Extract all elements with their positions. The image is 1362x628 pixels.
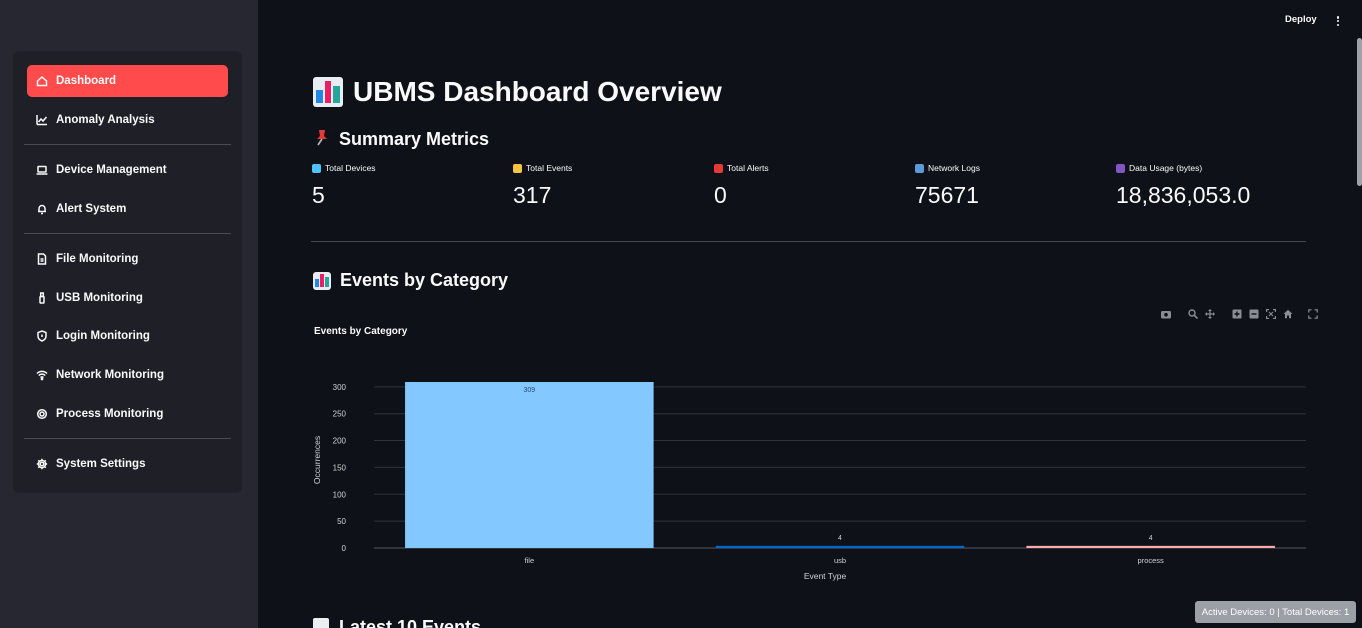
fullscreen-icon[interactable] [1307, 308, 1318, 319]
metric-total-events: Total Events 317 [513, 162, 572, 209]
data-label: 4 [838, 535, 842, 542]
sidebar: Dashboard Anomaly Analysis Device Manageme… [0, 0, 258, 628]
sidebar-item-label: Process Monitoring [56, 408, 164, 420]
bar-chart-icon [313, 77, 343, 107]
sidebar-item-usb-monitoring[interactable]: USB Monitoring [27, 282, 228, 314]
wifi-icon [35, 369, 48, 382]
globe-icon [915, 163, 924, 173]
y-tick-label: 100 [333, 490, 347, 499]
home-icon[interactable] [1282, 308, 1293, 319]
summary-heading: Summary Metrics [313, 128, 489, 151]
metric-label: Total Alerts [714, 162, 769, 174]
bar-usb [715, 545, 965, 548]
sidebar-item-label: Anomaly Analysis [56, 114, 155, 126]
events-heading: Events by Category [313, 270, 508, 291]
x-axis-title: Event Type [804, 571, 847, 581]
metric-value: 5 [312, 182, 325, 208]
folder-icon [513, 163, 522, 173]
sidebar-item-dashboard[interactable]: Dashboard [27, 65, 228, 97]
metric-value: 0 [714, 182, 727, 208]
zoom-out-icon[interactable] [1248, 308, 1259, 319]
laptop-icon [35, 164, 48, 177]
document-icon [313, 617, 329, 628]
camera-icon[interactable] [1160, 308, 1171, 319]
page-title: UBMS Dashboard Overview [313, 76, 722, 108]
y-tick-label: 0 [342, 544, 347, 553]
metric-label: Data Usage (bytes) [1116, 162, 1250, 174]
autoscale-icon[interactable] [1265, 308, 1276, 319]
metric-value: 18,836,053.0 [1116, 182, 1251, 208]
sidebar-item-anomaly-analysis[interactable]: Anomaly Analysis [27, 104, 228, 136]
metric-label: Total Events [513, 162, 572, 174]
shield-icon [35, 330, 48, 343]
y-tick-label: 150 [333, 463, 347, 472]
sidebar-item-label: System Settings [56, 458, 146, 470]
sidebar-item-login-monitoring[interactable]: Login Monitoring [27, 320, 228, 352]
metric-label: Total Devices [312, 162, 376, 174]
y-tick-label: 300 [333, 383, 347, 392]
deploy-button[interactable]: Deploy [1285, 14, 1317, 25]
nav-panel: Dashboard Anomaly Analysis Device Manageme… [13, 51, 242, 493]
sidebar-divider [24, 233, 231, 234]
sidebar-item-network-monitoring[interactable]: Network Monitoring [27, 359, 228, 391]
data-label: 309 [523, 387, 535, 394]
usb-icon [35, 292, 48, 305]
metric-value: 317 [513, 182, 552, 208]
sidebar-item-label: File Monitoring [56, 253, 139, 265]
main-menu-icon[interactable] [1334, 14, 1342, 28]
sidebar-item-system-settings[interactable]: System Settings [27, 448, 228, 480]
file-icon [35, 253, 48, 266]
bar-file [405, 382, 654, 548]
zoom-in-icon[interactable] [1231, 308, 1242, 319]
latest-events-heading: Latest 10 Events [313, 617, 481, 628]
y-tick-label: 250 [333, 410, 347, 419]
chart-title: Events by Category [314, 326, 408, 337]
bar-chart-icon [313, 271, 331, 290]
sidebar-item-label: Dashboard [56, 75, 117, 87]
bar-process [1026, 545, 1275, 548]
scrollbar[interactable] [1357, 38, 1362, 186]
sidebar-divider [24, 144, 231, 145]
metric-total-alerts: Total Alerts 0 [714, 162, 769, 209]
home-icon [35, 75, 48, 88]
y-tick-label: 50 [337, 517, 346, 526]
gear-icon [35, 458, 48, 471]
sidebar-item-label: USB Monitoring [56, 292, 143, 304]
cog-icon [35, 408, 48, 421]
sidebar-item-label: Alert System [56, 203, 127, 215]
data-label: 4 [1149, 535, 1153, 542]
sidebar-item-label: Login Monitoring [56, 330, 150, 342]
sidebar-item-label: Network Monitoring [56, 369, 164, 381]
sidebar-item-device-management[interactable]: Device Management [27, 154, 228, 186]
computer-icon [312, 163, 321, 173]
metric-total-devices: Total Devices 5 [312, 162, 376, 209]
zoom-icon[interactable] [1187, 308, 1198, 319]
pushpin-icon [313, 128, 331, 151]
sidebar-item-alert-system[interactable]: Alert System [27, 193, 228, 225]
sidebar-divider [24, 438, 231, 439]
y-axis-title: Occurrences [312, 436, 322, 484]
device-status-badge: Active Devices: 0 | Total Devices: 1 [1195, 601, 1356, 623]
x-tick-label: process [1138, 556, 1165, 565]
sidebar-item-file-monitoring[interactable]: File Monitoring [27, 243, 228, 275]
metric-label: Network Logs [915, 162, 980, 174]
events-bar-chart: 0 50 100 150 200 250 300 309 file 4 usb 4 process Eve… [312, 382, 1306, 581]
sidebar-item-label: Device Management [56, 164, 167, 176]
chart-line-icon [35, 114, 48, 127]
siren-icon [714, 163, 723, 173]
sidebar-item-process-monitoring[interactable]: Process Monitoring [27, 398, 228, 430]
floppy-icon [1116, 163, 1125, 173]
metric-data-usage-bytes: Data Usage (bytes) 18,836,053.0 [1116, 162, 1250, 209]
divider [311, 241, 1306, 242]
bell-icon [35, 203, 48, 216]
metric-network-logs: Network Logs 75671 [915, 162, 980, 209]
x-tick-label: usb [834, 556, 846, 565]
pan-icon[interactable] [1204, 308, 1215, 319]
chart-toolbar [1160, 308, 1318, 319]
y-tick-label: 200 [333, 437, 347, 446]
x-tick-label: file [525, 556, 535, 565]
metric-value: 75671 [915, 182, 979, 208]
